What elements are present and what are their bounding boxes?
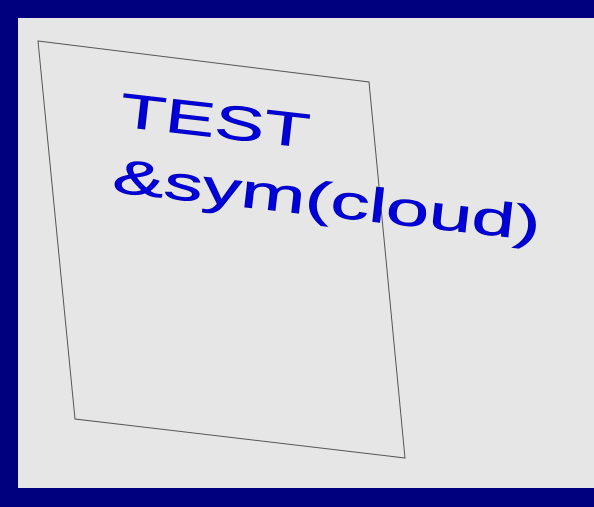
window-frame: TEST &sym(cloud) [0,0,594,507]
scene-svg: TEST &sym(cloud) [37,40,544,459]
rotated-text-group: TEST &sym(cloud) [110,84,544,252]
text-line-sym-cloud: &sym(cloud) [110,150,543,251]
drawing-canvas[interactable]: TEST &sym(cloud) [18,18,594,488]
text-line-test: TEST [118,85,313,159]
